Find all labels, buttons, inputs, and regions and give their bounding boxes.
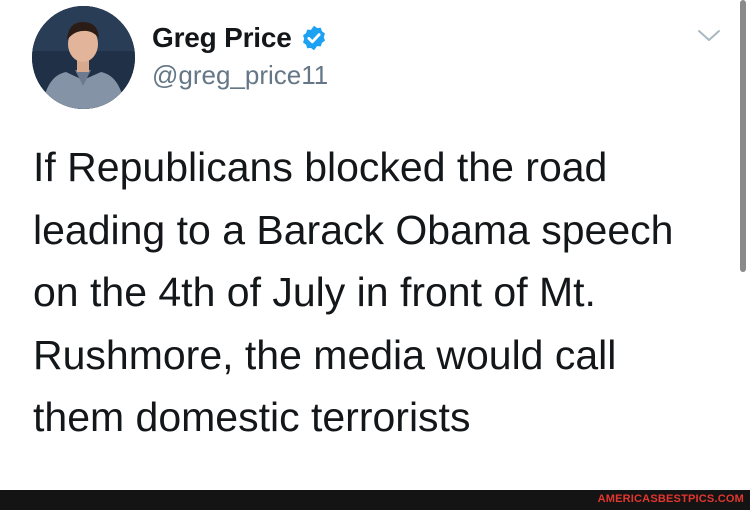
tweet-line: leading to a Barack Obama speech (33, 206, 674, 253)
tweet-line: them domestic terrorists (33, 394, 471, 440)
display-name[interactable]: Greg Price (152, 22, 292, 54)
tweet-text: If Republicans blocked the road leading … (33, 136, 723, 449)
user-handle[interactable]: @greg_price11 (152, 60, 328, 91)
footer-bar: AMERICASBESTPICS.COM (0, 490, 750, 510)
chevron-down-icon[interactable] (696, 26, 722, 46)
avatar[interactable] (32, 6, 135, 109)
tweet-line: If Republicans blocked the road (33, 144, 608, 190)
scrollbar[interactable] (740, 0, 746, 272)
name-row: Greg Price (152, 20, 328, 56)
tweet-line: Rushmore, the media would call (33, 331, 617, 378)
watermark: AMERICASBESTPICS.COM (597, 493, 744, 505)
tweet-line: on the 4th of July in front of Mt. (33, 269, 596, 315)
verified-badge-icon (302, 25, 325, 51)
avatar-image (32, 6, 135, 109)
